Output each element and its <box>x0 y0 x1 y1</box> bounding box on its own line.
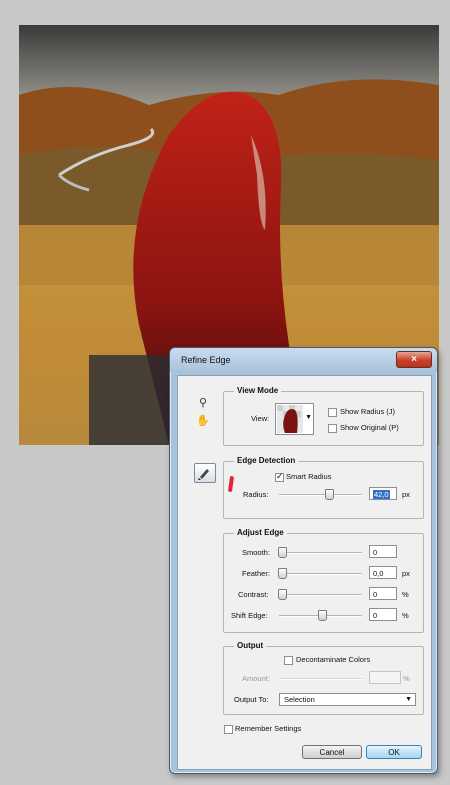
amount-input <box>369 671 401 684</box>
chevron-down-icon: ▼ <box>305 414 312 421</box>
hand-tool-icon[interactable]: ✋ <box>196 414 210 428</box>
decontaminate-checkbox[interactable] <box>284 656 293 665</box>
shift-edge-slider-thumb[interactable] <box>318 610 327 621</box>
view-label: View: <box>251 414 270 423</box>
output-to-label: Output To: <box>234 695 269 704</box>
radius-slider-track[interactable] <box>279 494 362 496</box>
adjust-edge-group: Adjust Edge Smooth: 0 Feather: 0,0 px Co… <box>223 528 424 633</box>
radius-input[interactable]: 42,0 <box>369 487 397 500</box>
amount-unit: % <box>403 674 410 683</box>
view-thumbnail-icon <box>277 405 303 433</box>
remember-settings-label: Remember Settings <box>235 724 302 733</box>
show-original-label: Show Original (P) <box>340 423 399 432</box>
dialog-titlebar[interactable]: Refine Edge × <box>170 348 437 372</box>
radius-unit: px <box>402 490 410 499</box>
smart-radius-label: Smart Radius <box>286 472 332 481</box>
decontaminate-label: Decontaminate Colors <box>296 655 371 664</box>
radius-label: Radius: <box>243 490 269 499</box>
refine-edge-dialog: Refine Edge × ⚲ ✋ View Mode View: ▼ Show… <box>169 347 438 774</box>
cancel-button[interactable]: Cancel <box>302 745 362 759</box>
shift-edge-input[interactable]: 0 <box>369 608 397 621</box>
show-radius-checkbox[interactable] <box>328 408 337 417</box>
output-to-select[interactable]: Selection ▼ <box>279 693 416 706</box>
refine-radius-tool-button[interactable] <box>194 463 216 483</box>
brush-icon <box>198 469 209 480</box>
output-to-value: Selection <box>284 695 315 704</box>
radius-value: 42,0 <box>373 490 390 499</box>
feather-input[interactable]: 0,0 <box>369 566 397 579</box>
view-mode-legend: View Mode <box>234 386 282 395</box>
output-legend: Output <box>234 641 267 650</box>
dialog-title: Refine Edge <box>181 355 231 365</box>
adjust-edge-legend: Adjust Edge <box>234 528 287 537</box>
output-group: Output Decontaminate Colors Amount: % Ou… <box>223 641 424 715</box>
edge-detection-legend: Edge Detection <box>234 456 299 465</box>
ok-button[interactable]: OK <box>366 745 422 759</box>
contrast-label: Contrast: <box>238 590 269 599</box>
remember-settings-checkbox[interactable] <box>224 725 233 734</box>
contrast-input[interactable]: 0 <box>369 587 397 600</box>
view-mode-group: View Mode View: ▼ Show Radius (J) Show O… <box>223 386 424 446</box>
feather-slider-track[interactable] <box>279 573 362 575</box>
shift-edge-label: Shift Edge: <box>231 611 268 620</box>
smooth-slider-thumb[interactable] <box>278 547 287 558</box>
show-radius-label: Show Radius (J) <box>340 407 396 416</box>
amount-slider-track <box>279 678 362 680</box>
view-mode-selector[interactable]: ▼ <box>275 403 314 435</box>
shift-edge-unit: % <box>402 611 409 620</box>
amount-label: Amount: <box>242 674 270 683</box>
smart-radius-checkbox[interactable] <box>275 471 284 482</box>
zoom-tool-icon[interactable]: ⚲ <box>196 396 210 410</box>
contrast-slider-thumb[interactable] <box>278 589 287 600</box>
dialog-client: ⚲ ✋ View Mode View: ▼ Show Radius (J) Sh… <box>177 375 432 770</box>
radius-slider-thumb[interactable] <box>325 489 334 500</box>
smooth-label: Smooth: <box>242 548 270 557</box>
chevron-down-icon: ▼ <box>405 696 412 703</box>
edge-detection-group: Edge Detection Smart Radius Radius: 42,0… <box>223 456 424 519</box>
smooth-slider-track[interactable] <box>279 552 362 554</box>
show-original-checkbox[interactable] <box>328 424 337 433</box>
feather-unit: px <box>402 569 410 578</box>
contrast-unit: % <box>402 590 409 599</box>
contrast-slider-track[interactable] <box>279 594 362 596</box>
smooth-label-text: Smooth: <box>242 548 270 557</box>
feather-slider-thumb[interactable] <box>278 568 287 579</box>
close-button[interactable]: × <box>396 351 432 368</box>
smooth-input[interactable]: 0 <box>369 545 397 558</box>
feather-label: Feather: <box>242 569 270 578</box>
